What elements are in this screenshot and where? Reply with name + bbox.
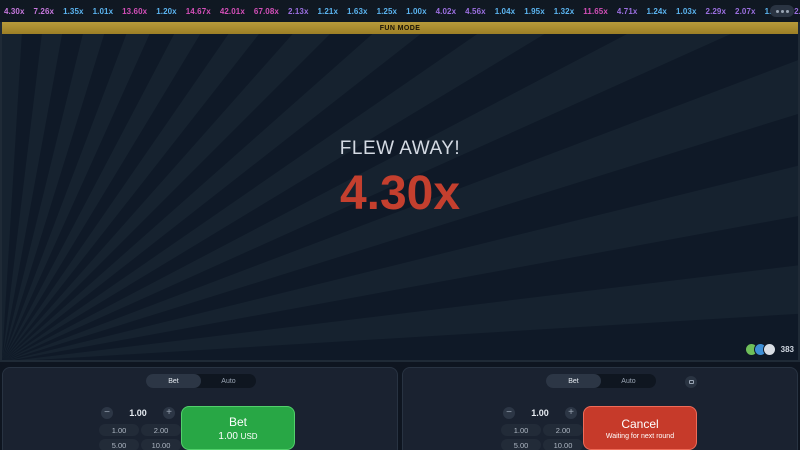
- quick-amount-10[interactable]: 10.00: [543, 439, 583, 450]
- bet-mode-tabs: Bet Auto: [146, 374, 256, 388]
- cancel-button[interactable]: Cancel Waiting for next round: [583, 406, 697, 450]
- bet-amount-stepper: − 1.00 +: [101, 406, 175, 420]
- history-multiplier[interactable]: 1.01x: [93, 7, 114, 16]
- history-multiplier[interactable]: 1.20x: [156, 7, 177, 16]
- online-players[interactable]: 383: [744, 343, 794, 356]
- bet-mode-tabs: Bet Auto: [546, 374, 656, 388]
- panel-toggle-button[interactable]: [685, 376, 697, 388]
- player-count: 383: [780, 345, 794, 354]
- history-list: 4.30x 7.26x 1.35x 1.01x 13.60x 1.20x 14.67x 42.…: [4, 7, 800, 16]
- tab-auto[interactable]: Auto: [201, 374, 256, 388]
- tab-auto[interactable]: Auto: [601, 374, 656, 388]
- bet-amount-stepper: − 1.00 +: [503, 406, 577, 420]
- bet-amount-value[interactable]: 1.00: [129, 408, 147, 418]
- bet-button-amount: 1.00 USD: [218, 430, 258, 442]
- history-multiplier[interactable]: 42.01x: [220, 7, 245, 16]
- decrease-button[interactable]: −: [503, 407, 515, 419]
- history-multiplier[interactable]: 1.32x: [554, 7, 575, 16]
- fun-mode-banner: FUN MODE: [2, 22, 798, 34]
- history-multiplier[interactable]: 1.63x: [347, 7, 368, 16]
- history-multiplier[interactable]: 67.08x: [254, 7, 279, 16]
- history-multiplier[interactable]: 4.30x: [4, 7, 25, 16]
- quick-amount-1[interactable]: 1.00: [99, 424, 139, 436]
- bet-panel-right: Bet Auto − 1.00 + 1.00 2.00 5.00 10.00 C…: [402, 367, 798, 450]
- history-multiplier[interactable]: 1.21x: [318, 7, 339, 16]
- fun-mode-label: FUN MODE: [379, 24, 421, 32]
- cancel-button-label: Cancel: [621, 416, 659, 431]
- history-multiplier[interactable]: 2.43x: [794, 7, 800, 16]
- history-multiplier[interactable]: 2.13x: [288, 7, 309, 16]
- history-multiplier[interactable]: 4.71x: [617, 7, 638, 16]
- history-multiplier[interactable]: 2.07x: [735, 7, 756, 16]
- history-multiplier[interactable]: 1.03x: [676, 7, 697, 16]
- history-multiplier[interactable]: 2.29x: [706, 7, 727, 16]
- history-multiplier[interactable]: 13.60x: [122, 7, 147, 16]
- crash-multiplier: 4.30x: [339, 167, 461, 220]
- history-multiplier[interactable]: 7.26x: [34, 7, 55, 16]
- bet-amount-value[interactable]: 1.00: [531, 408, 549, 418]
- quick-amount-2[interactable]: 2.00: [141, 424, 181, 436]
- tab-bet[interactable]: Bet: [146, 374, 201, 388]
- decrease-button[interactable]: −: [101, 407, 113, 419]
- multiplier-history: 4.30x 7.26x 1.35x 1.01x 13.60x 1.20x 14.67x 42.…: [0, 0, 800, 22]
- currency-label: USD: [240, 431, 258, 441]
- history-multiplier[interactable]: 1.35x: [63, 7, 84, 16]
- flew-away-label: FLEW AWAY!: [339, 138, 461, 159]
- history-multiplier[interactable]: 1.25x: [377, 7, 398, 16]
- increase-button[interactable]: +: [163, 407, 175, 419]
- more-dots-icon: [775, 9, 779, 13]
- tab-bet[interactable]: Bet: [546, 374, 601, 388]
- bet-button[interactable]: Bet 1.00 USD: [181, 406, 295, 450]
- quick-amount-5[interactable]: 5.00: [99, 439, 139, 450]
- history-multiplier[interactable]: 1.00x: [406, 7, 427, 16]
- bet-button-label: Bet: [228, 414, 247, 429]
- panel-toggle-icon: [688, 380, 694, 384]
- history-multiplier[interactable]: 1.24x: [646, 7, 667, 16]
- history-multiplier[interactable]: 1.04x: [495, 7, 516, 16]
- quick-amount-5[interactable]: 5.00: [501, 439, 541, 450]
- increase-button[interactable]: +: [565, 407, 577, 419]
- quick-amount-1[interactable]: 1.00: [501, 424, 541, 436]
- cancel-button-status: Waiting for next round: [605, 432, 675, 440]
- game-stage: FUN MODE FLEW AWAY! 4.30x 383: [0, 22, 800, 362]
- history-multiplier[interactable]: 4.02x: [436, 7, 457, 16]
- quick-amount-2[interactable]: 2.00: [543, 424, 583, 436]
- player-avatar-3: [762, 343, 776, 356]
- history-multiplier[interactable]: 4.56x: [465, 7, 486, 16]
- history-multiplier[interactable]: 1.95x: [524, 7, 545, 16]
- bet-panel-left: Bet Auto − 1.00 + 1.00 2.00 5.00 10.00 B…: [2, 367, 398, 450]
- history-multiplier[interactable]: 14.67x: [186, 7, 211, 16]
- history-multiplier[interactable]: 11.65x: [583, 7, 608, 16]
- quick-amount-10[interactable]: 10.00: [141, 439, 181, 450]
- history-menu-button[interactable]: [770, 5, 794, 17]
